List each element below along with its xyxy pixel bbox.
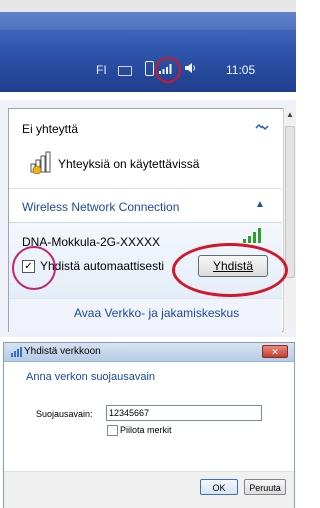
speaker-icon[interactable] bbox=[184, 62, 196, 74]
ok-button[interactable]: OK bbox=[200, 479, 238, 495]
dialog-title: Yhdistä verkkoon bbox=[24, 346, 101, 357]
security-key-input[interactable] bbox=[106, 405, 262, 421]
networks-available-text: Yhteyksiä on käytettävissä bbox=[58, 157, 200, 171]
taskbar bbox=[0, 12, 296, 92]
hide-characters-checkbox[interactable] bbox=[107, 425, 118, 436]
auto-connect-label: Yhdistä automaattisesti bbox=[40, 259, 165, 273]
scroll-up-icon[interactable]: ▲ bbox=[286, 110, 294, 119]
section-header[interactable]: Wireless Network Connection bbox=[22, 200, 179, 214]
close-button[interactable]: ✕ bbox=[262, 345, 288, 358]
popup-scrollbar[interactable]: ▲ bbox=[283, 108, 295, 332]
battery-icon[interactable] bbox=[145, 61, 154, 76]
security-key-label: Suojausavain: bbox=[36, 409, 93, 419]
refresh-icon[interactable] bbox=[254, 121, 270, 133]
connection-status: Ei yhteyttä bbox=[22, 122, 79, 136]
keyboard-icon[interactable] bbox=[118, 66, 132, 76]
clock[interactable]: 11:05 bbox=[226, 63, 255, 77]
scrollbar-thumb[interactable] bbox=[285, 126, 295, 278]
collapse-chevron-icon[interactable]: ▲ bbox=[255, 199, 265, 210]
connect-dialog: Yhdistä verkkoon ✕ Anna verkon suojausav… bbox=[3, 342, 295, 508]
available-networks-icon bbox=[30, 151, 51, 174]
network-icon-highlight bbox=[155, 57, 181, 83]
checkbox-highlight-ring bbox=[12, 246, 56, 290]
hide-characters-label: Piilota merkit bbox=[120, 425, 172, 435]
network-dialog-icon bbox=[11, 347, 22, 357]
connect-button-highlight-ring bbox=[172, 243, 288, 297]
language-indicator[interactable]: FI bbox=[96, 63, 107, 77]
divider bbox=[9, 188, 282, 189]
taskbar-shine bbox=[0, 12, 296, 30]
signal-strength-icon bbox=[243, 228, 261, 243]
taskbar-screenshot: FI 11:05 bbox=[0, 0, 296, 92]
dialog-heading: Anna verkon suojausavain bbox=[26, 371, 156, 383]
cancel-button[interactable]: Peruuta bbox=[244, 479, 286, 495]
network-center-link[interactable]: Avaa Verkko- ja jakamiskeskus bbox=[74, 306, 239, 320]
